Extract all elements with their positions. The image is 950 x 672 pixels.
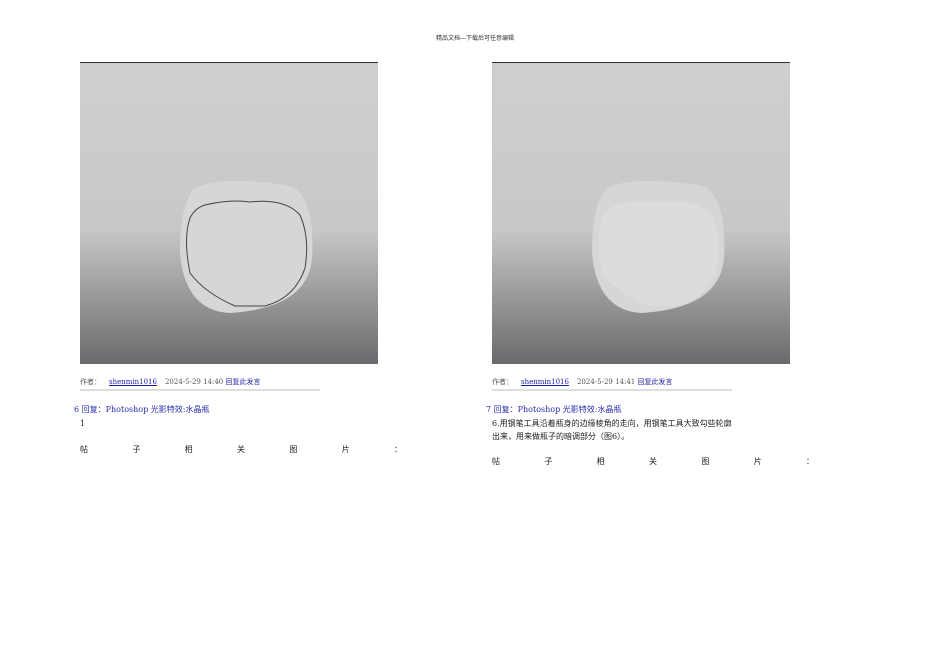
reply-link[interactable]: 回复此发言 [226, 378, 261, 386]
post-meta: 作者： shenmin1016 2024-5-29 14:40 回复此发言 [80, 377, 320, 391]
post-title: 7 回复：Photoshop 光影特效:水晶瓶 [486, 405, 622, 414]
post-body: 6.用钢笔工具沿着瓶身的边缘棱角的走向，用钢笔工具大致勾些轮廓出来，用来做瓶子的… [492, 419, 732, 441]
reply-link[interactable]: 回复此发言 [638, 378, 673, 386]
related-images-label: 帖子相关图片： [80, 445, 402, 454]
post-title: 6 回复：Photoshop 光影特效:水晶瓶 [74, 405, 210, 414]
bottle-shape-graphic [592, 181, 725, 313]
author-link[interactable]: shenmin1016 [521, 378, 569, 386]
post-time: 2024-5-29 14:41 [576, 378, 636, 386]
bottle-image-dark [492, 62, 790, 364]
post-time: 2024-5-29 14:40 [164, 378, 224, 386]
author-label: 作者： [492, 378, 513, 386]
bottle-image-path [80, 62, 378, 364]
post-meta: 作者： shenmin1016 2024-5-29 14:41 回复此发言 [492, 377, 732, 391]
page-header: 精品文档---下载后可任意编辑 [435, 35, 515, 42]
related-images-label: 帖子相关图片： [492, 457, 814, 466]
post-body: 1 [80, 419, 86, 428]
author-label: 作者： [80, 378, 101, 386]
bottle-outline-graphic [180, 181, 313, 313]
author-link[interactable]: shenmin1016 [109, 378, 157, 386]
